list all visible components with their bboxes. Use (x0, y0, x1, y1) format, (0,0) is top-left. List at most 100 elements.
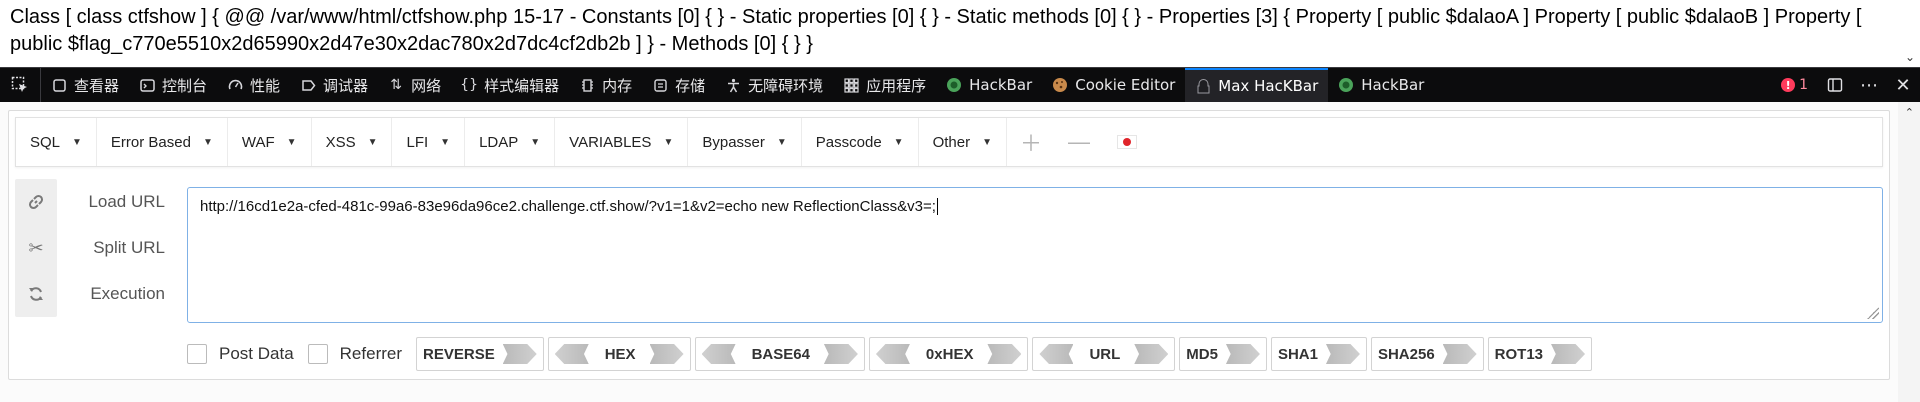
tab-style-editor[interactable]: {} 样式编辑器 (451, 68, 569, 102)
reverse-button[interactable]: REVERSE (416, 337, 544, 371)
tab-hackbar-2[interactable]: HackBar (1328, 68, 1434, 102)
tab-application[interactable]: 应用程序 (833, 68, 936, 102)
sha256-button[interactable]: SHA256 (1370, 337, 1484, 371)
close-icon[interactable]: ✕ (1886, 68, 1920, 102)
menu-error-based[interactable]: Error Based ▼ (97, 118, 228, 166)
caret-down-icon: ▼ (367, 136, 378, 148)
action-icon-column: ✂ (15, 179, 57, 317)
sha1-button[interactable]: SHA1 (1270, 337, 1367, 371)
element-picker-icon[interactable] (0, 68, 41, 102)
menu-label: Error Based (110, 133, 191, 151)
arrow-right-icon (823, 344, 858, 364)
menu-label: SQL (30, 133, 61, 151)
resize-handle[interactable] (1867, 307, 1879, 319)
hex-button[interactable]: HEX (547, 337, 691, 371)
refresh-icon[interactable] (15, 271, 57, 317)
tab-network[interactable]: ⇅ 网络 (378, 68, 451, 102)
referrer-checkbox[interactable]: Referrer (307, 344, 402, 364)
arrow-left-icon (1039, 344, 1074, 364)
md5-button[interactable]: MD5 (1179, 337, 1267, 371)
network-icon: ⇅ (390, 77, 402, 93)
hackbar-container: SQL ▼ Error Based ▼ WAF ▼ XSS ▼ LFI ▼ LDAP ▼ V… (8, 110, 1890, 380)
error-count-badge[interactable]: ! 1 (1771, 77, 1818, 93)
arrow-right-icon (1442, 344, 1477, 364)
console-icon (139, 77, 155, 93)
post-data-checkbox[interactable]: Post Data (187, 344, 294, 364)
menu-variables[interactable]: VARIABLES ▼ (555, 118, 689, 166)
tab-console[interactable]: 控制台 (129, 68, 217, 102)
minus-icon[interactable]: — (1055, 118, 1103, 166)
arrow-right-icon (502, 344, 537, 364)
menu-other[interactable]: Other ▼ (919, 118, 1007, 166)
menu-label: Bypasser (702, 133, 765, 151)
menu-passcode[interactable]: Passcode ▼ (802, 118, 919, 166)
chevron-down-icon[interactable]: ⌄ (1905, 50, 1915, 64)
dock-side-icon[interactable] (1818, 68, 1852, 102)
load-url-button[interactable]: Load URL (61, 179, 179, 225)
menu-sql[interactable]: SQL ▼ (16, 118, 97, 166)
tab-accessibility[interactable]: 无障碍环境 (715, 68, 833, 102)
encoder-label: HEX (604, 345, 636, 363)
checkbox-box[interactable] (307, 344, 328, 364)
scissors-icon[interactable]: ✂ (15, 225, 57, 271)
arrow-right-icon (987, 344, 1022, 364)
encoder-label: SHA1 (1277, 345, 1318, 363)
tab-label: HackBar (1361, 76, 1425, 94)
debugger-icon (300, 77, 316, 93)
menu-label: LDAP (479, 133, 519, 151)
max-hackbar-icon (1195, 78, 1211, 94)
tab-label: HackBar (969, 76, 1033, 94)
caret-down-icon: ▼ (776, 136, 787, 148)
url-encode-button[interactable]: URL (1032, 337, 1176, 371)
record-icon[interactable] (1103, 118, 1151, 166)
tab-label: 调试器 (323, 76, 369, 95)
caret-down-icon: ▼ (440, 136, 451, 148)
tab-label: 样式编辑器 (484, 76, 560, 95)
menu-label: WAF (241, 133, 275, 151)
tab-max-hackbar[interactable]: Max HacKBar (1185, 68, 1329, 102)
tab-label: 查看器 (74, 76, 120, 95)
menu-ldap[interactable]: LDAP ▼ (465, 118, 556, 166)
menu-waf[interactable]: WAF ▼ (228, 118, 312, 166)
encoder-label: URL (1089, 345, 1121, 363)
split-url-button[interactable]: Split URL (61, 225, 179, 271)
error-icon: ! (1781, 78, 1796, 92)
base64-button[interactable]: BASE64 (694, 337, 865, 371)
caret-down-icon: ▼ (202, 136, 213, 148)
tab-cookie-editor[interactable]: Cookie Editor (1042, 68, 1185, 102)
url-text: http://16cd1e2a-cfed-481c-99a6-83e96da96… (200, 198, 936, 215)
arrow-right-icon (1325, 344, 1360, 364)
arrow-right-icon (649, 344, 684, 364)
action-labels: Load URL Split URL Execution (61, 179, 179, 317)
url-input[interactable]: http://16cd1e2a-cfed-481c-99a6-83e96da96… (187, 187, 1883, 323)
tab-label: 内存 (602, 76, 633, 95)
panel-scrollbar[interactable]: ⌃ (1898, 102, 1920, 402)
application-icon (843, 77, 859, 93)
tab-label: Max HacKBar (1218, 77, 1319, 95)
arrow-left-icon (701, 344, 736, 364)
menu-lfi[interactable]: LFI ▼ (392, 118, 466, 166)
arrow-right-icon (1225, 344, 1260, 364)
menu-xss[interactable]: XSS ▼ (312, 118, 393, 166)
chevron-up-icon[interactable]: ⌃ (1905, 106, 1914, 119)
link-icon[interactable] (15, 179, 57, 225)
more-options-icon[interactable]: ⋯ (1852, 68, 1886, 102)
tab-storage[interactable]: 存储 (642, 68, 715, 102)
hackbar-icon (946, 77, 962, 93)
tab-inspector[interactable]: 查看器 (41, 68, 129, 102)
page-scrollbar[interactable]: ⌄ (1900, 0, 1920, 66)
error-count: 1 (1799, 77, 1808, 93)
tab-label: 控制台 (162, 76, 208, 95)
storage-icon (652, 77, 668, 93)
performance-icon (227, 77, 243, 93)
menu-bypasser[interactable]: Bypasser ▼ (688, 118, 802, 166)
plus-icon[interactable]: ＋ (1007, 118, 1055, 166)
0xhex-button[interactable]: 0xHEX (868, 337, 1029, 371)
tab-memory[interactable]: 内存 (569, 68, 642, 102)
checkbox-box[interactable] (187, 344, 207, 364)
tab-debugger[interactable]: 调试器 (290, 68, 378, 102)
tab-performance[interactable]: 性能 (217, 68, 290, 102)
tab-hackbar[interactable]: HackBar (936, 68, 1042, 102)
execution-button[interactable]: Execution (61, 271, 179, 317)
rot13-button[interactable]: ROT13 (1487, 337, 1593, 371)
